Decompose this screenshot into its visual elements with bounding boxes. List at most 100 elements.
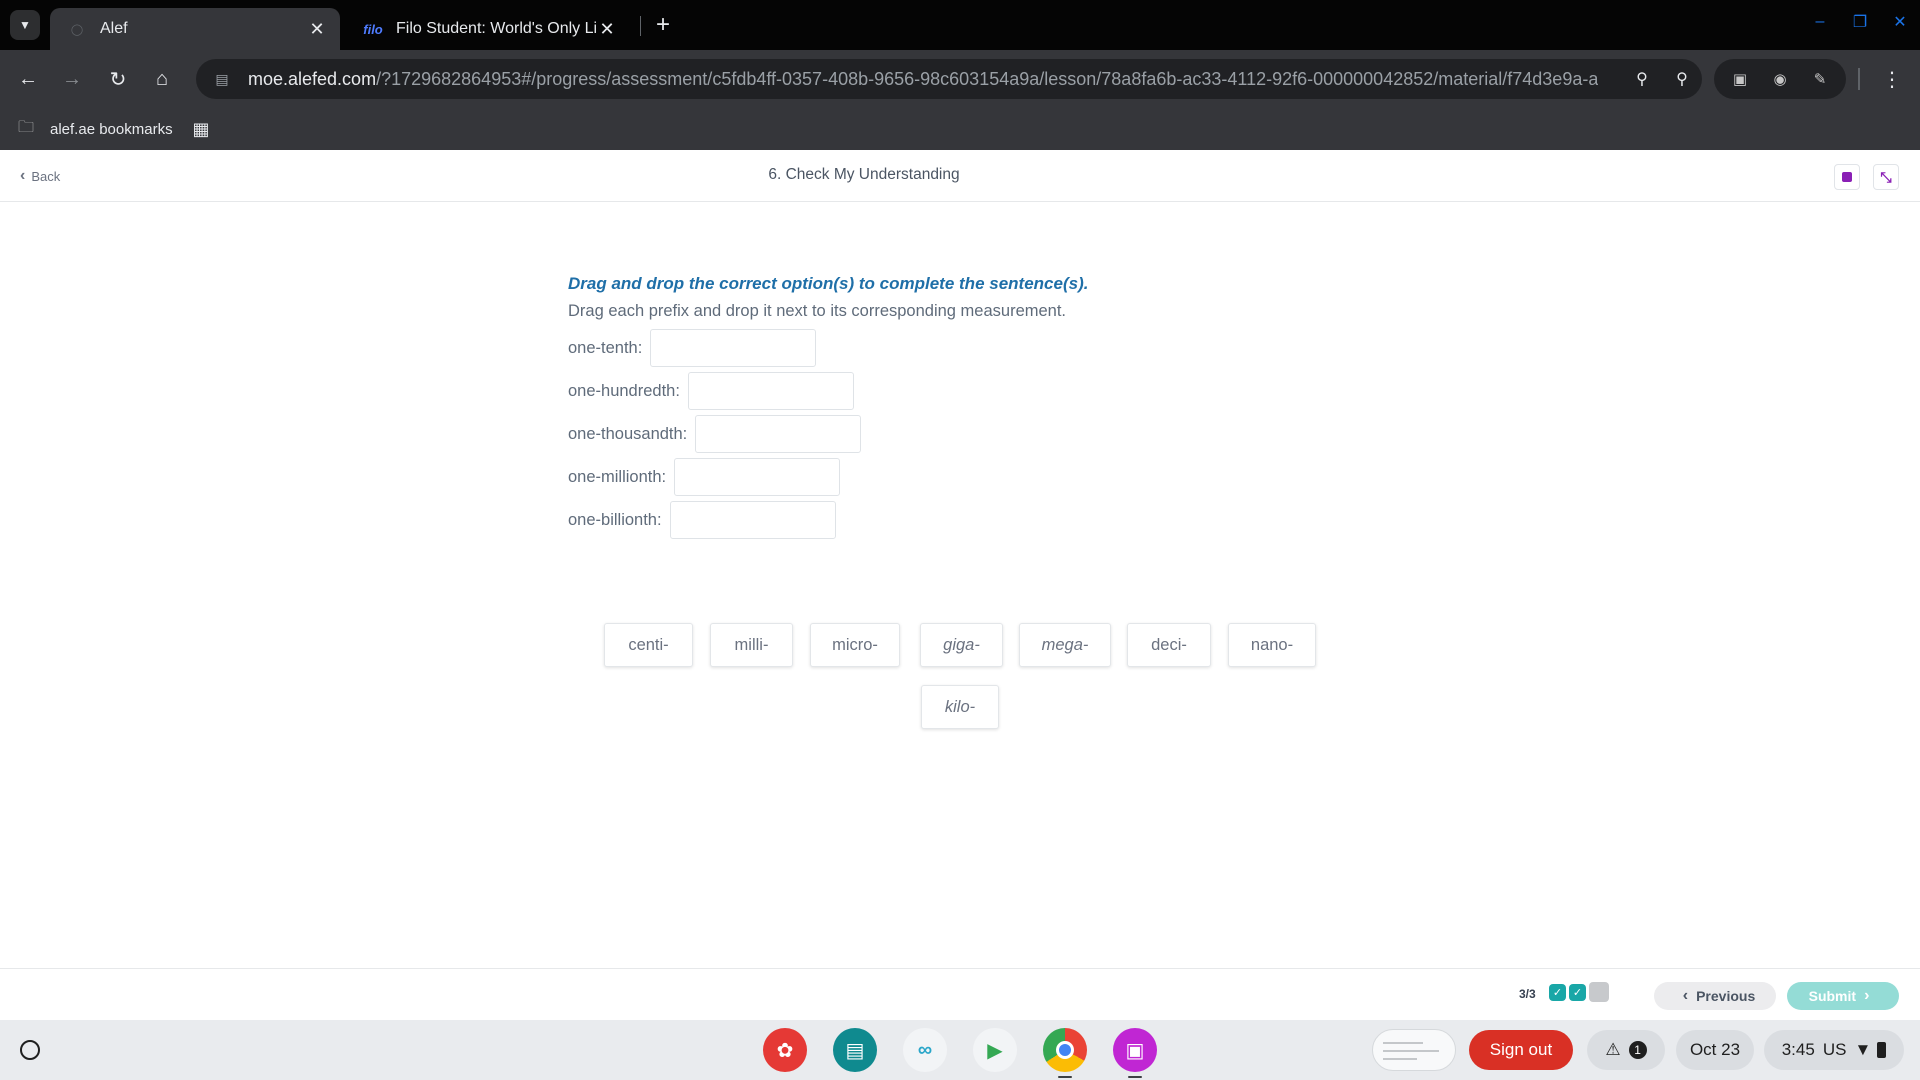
minimize-icon[interactable]: – — [1808, 10, 1832, 34]
check-icon: ✓ — [1552, 987, 1563, 999]
kebab-menu-icon[interactable]: ⋮ — [1876, 63, 1908, 95]
chevron-left-icon: ‹ — [1682, 987, 1689, 1004]
toolbar-separator — [1858, 68, 1860, 90]
reload-icon[interactable]: ↻ — [102, 63, 134, 95]
question-row: one-hundredth: — [568, 372, 854, 410]
tab-filo[interactable]: filo Filo Student: World's Only Live Ins… — [346, 8, 630, 50]
status-tray[interactable]: 3:45 US ▼ — [1764, 1030, 1904, 1070]
drop-zone[interactable] — [674, 458, 841, 496]
drop-zone[interactable] — [687, 372, 854, 410]
browser-toolbar: ← → ↻ ⌂ ▤ moe.alefed.com/?1729682864953#… — [0, 50, 1920, 108]
cast-extension-icon[interactable]: ▣ — [1728, 67, 1752, 91]
link-app-icon[interactable]: ∞ — [903, 1028, 947, 1072]
wifi-icon: ▼ — [1854, 1040, 1872, 1059]
option-chip-deci[interactable]: deci- — [1127, 623, 1211, 667]
filo-favicon-icon: filo — [363, 21, 383, 37]
drop-zone[interactable] — [669, 501, 836, 539]
option-chip-kilo[interactable]: kilo- — [921, 685, 999, 729]
browser-tab-bar: ▼ ◯ Alef ✕ filo Filo Student: World's On… — [0, 0, 1920, 50]
alef-favicon-icon: ◯ — [70, 23, 84, 36]
close-tab-icon[interactable]: ✕ — [306, 18, 328, 40]
option-chip-mega[interactable]: mega- — [1019, 623, 1111, 667]
option-chip-nano[interactable]: nano- — [1228, 623, 1316, 667]
launcher-icon[interactable] — [20, 1040, 40, 1060]
instruction-text: Drag each prefix and drop it next to its… — [568, 302, 1067, 320]
folder-icon: 🗀 — [18, 118, 35, 136]
submit-label: Submit — [1808, 988, 1857, 1004]
question-label: one-millionth: — [568, 467, 667, 486]
previous-label: Previous — [1696, 988, 1756, 1004]
apps-grid-icon[interactable]: ▦ — [190, 118, 212, 140]
site-info-icon[interactable]: ▤ — [208, 65, 236, 93]
battery-icon — [1877, 1042, 1887, 1058]
question-row: one-billionth: — [568, 501, 836, 539]
question-row: one-tenth: — [568, 329, 817, 367]
forward-arrow-icon[interactable]: → — [56, 63, 88, 95]
instruction-heading: Drag and drop the correct option(s) to c… — [568, 274, 1089, 293]
progress-step-complete[interactable]: ✓ — [1549, 984, 1566, 1001]
fullscreen-button[interactable]: ⤡ — [1873, 164, 1899, 190]
notebook-icon — [1842, 172, 1852, 182]
check-icon: ✓ — [1572, 987, 1583, 999]
notifications-tray[interactable]: ⚠ 1 — [1587, 1030, 1665, 1070]
bookmark-folder[interactable]: 🗀 alef.ae bookmarks — [18, 118, 173, 140]
location-pin-icon[interactable]: ⚲ — [1628, 65, 1656, 93]
submit-button[interactable]: Submit › — [1787, 982, 1899, 1010]
screencast-app-icon[interactable]: ▣ — [1113, 1028, 1157, 1072]
date-tray[interactable]: Oct 23 — [1676, 1030, 1754, 1070]
expand-icon: ⤡ — [1880, 168, 1892, 185]
screen-capture-extension-icon[interactable]: ◉ — [1768, 67, 1792, 91]
close-window-icon[interactable]: ✕ — [1888, 10, 1912, 34]
option-chip-micro[interactable]: micro- — [810, 623, 900, 667]
tab-alef[interactable]: ◯ Alef ✕ — [50, 8, 340, 50]
lesson-header: ‹ Back 6. Check My Understanding ⤡ — [0, 150, 1920, 202]
extensions-group: ▣ ◉ ✎ — [1714, 59, 1846, 99]
running-indicator — [1058, 1076, 1072, 1078]
option-chip-centi[interactable]: centi- — [604, 623, 693, 667]
system-shelf: ✿ ▤ ∞ ▶ ▣ Sign out ⚠ 1 Oct 23 3:45 US ▼ — [0, 1020, 1920, 1080]
back-arrow-icon[interactable]: ← — [12, 63, 44, 95]
bookmark-folder-label: alef.ae bookmarks — [50, 120, 173, 138]
restore-icon[interactable]: ❐ — [1848, 10, 1872, 34]
chevron-down-icon: ▼ — [19, 18, 31, 32]
sign-out-button[interactable]: Sign out — [1469, 1030, 1573, 1070]
page-title: 6. Check My Understanding — [768, 166, 960, 183]
notes-button[interactable] — [1834, 164, 1860, 190]
play-store-icon[interactable]: ▶ — [973, 1028, 1017, 1072]
chevron-right-icon: › — [1864, 987, 1870, 1004]
classroom-app-icon[interactable]: ▤ — [833, 1028, 877, 1072]
url-text[interactable]: moe.alefed.com/?1729682864953#/progress/… — [248, 69, 1598, 90]
tab-title: Filo Student: World's Only Live Instant … — [396, 20, 596, 37]
input-locale: US — [1822, 1040, 1847, 1059]
close-tab-icon[interactable]: ✕ — [596, 18, 618, 40]
question-row: one-millionth: — [568, 458, 841, 496]
option-chip-milli[interactable]: milli- — [710, 623, 793, 667]
question-row: one-thousandth: — [568, 415, 862, 453]
warning-icon: ⚠ — [1605, 1040, 1621, 1059]
progress-step-current[interactable] — [1589, 982, 1609, 1002]
option-chip-giga[interactable]: giga- — [920, 623, 1003, 667]
progress-counter: 3/3 — [1519, 987, 1536, 1001]
screen-capture-thumbnail[interactable] — [1372, 1029, 1456, 1071]
canvas-app-icon[interactable]: ✿ — [763, 1028, 807, 1072]
chrome-browser-icon[interactable] — [1043, 1028, 1087, 1072]
address-bar[interactable]: ▤ moe.alefed.com/?1729682864953#/progres… — [196, 59, 1702, 99]
tab-separator — [640, 16, 641, 36]
drop-zone[interactable] — [695, 415, 862, 453]
question-label: one-tenth: — [568, 338, 643, 357]
lesson-footer: 3/3 ✓ ✓ ‹ Previous Submit › — [0, 968, 1920, 1020]
bookmarks-bar: 🗀 alef.ae bookmarks ▦ — [0, 108, 1920, 150]
drop-zone[interactable] — [650, 329, 817, 367]
new-tab-button[interactable]: + — [650, 11, 676, 38]
question-label: one-thousandth: — [568, 424, 688, 443]
zoom-icon[interactable]: ⚲ — [1668, 65, 1696, 93]
question-area: Drag and drop the correct option(s) to c… — [0, 203, 1920, 968]
puzzle-extensions-icon[interactable]: ✎ — [1808, 67, 1832, 91]
previous-button[interactable]: ‹ Previous — [1654, 982, 1776, 1010]
question-label: one-billionth: — [568, 510, 662, 529]
tab-title: Alef — [100, 20, 128, 37]
clock-time: 3:45 — [1781, 1040, 1815, 1059]
home-icon[interactable]: ⌂ — [146, 63, 178, 95]
progress-step-complete[interactable]: ✓ — [1569, 984, 1586, 1001]
tab-search-button[interactable]: ▼ — [10, 10, 40, 40]
